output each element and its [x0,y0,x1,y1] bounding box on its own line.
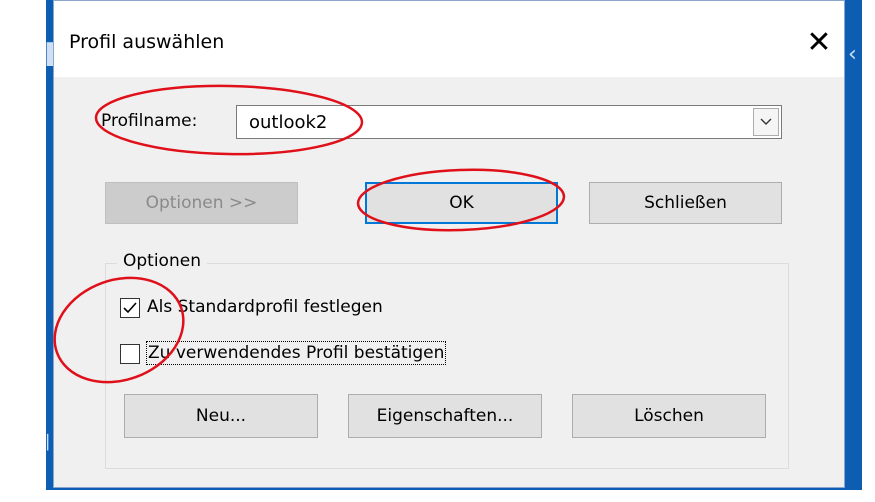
default-profile-checkbox[interactable] [120,298,140,318]
confirm-profile-checkbox[interactable] [120,344,140,364]
new-button[interactable]: Neu... [124,394,318,438]
ok-button[interactable]: OK [365,182,558,224]
background-right-strip [862,0,875,502]
properties-button[interactable]: Eigenschaften... [348,394,542,438]
close-icon[interactable]: ✕ [794,21,844,63]
default-profile-label[interactable]: Als Standardprofil festlegen [147,297,383,317]
confirm-profile-label[interactable]: Zu verwendendes Profil bestätigen [145,341,447,365]
delete-button[interactable]: Löschen [572,394,766,438]
background-chevron-left-icon: ‹ [848,42,857,67]
dialog-title: Profil auswählen [69,31,225,53]
chevron-down-icon[interactable] [753,108,779,136]
profile-name-label: Profilname: [101,111,198,131]
profile-name-combobox[interactable]: outlook2 [236,105,782,139]
checkmark-icon [123,302,137,314]
background-bottom-strip [0,490,875,502]
profile-dialog: Profil auswählen ✕ Profilname: outlook2 … [53,0,845,488]
options-group-label: Optionen [117,251,207,271]
title-bar: Profil auswählen ✕ [54,1,844,77]
options-button[interactable]: Optionen >> [105,182,298,224]
profile-name-value: outlook2 [249,112,328,133]
background-left-strip [0,0,46,502]
options-groupbox [105,263,789,469]
close-button[interactable]: Schließen [589,182,782,224]
